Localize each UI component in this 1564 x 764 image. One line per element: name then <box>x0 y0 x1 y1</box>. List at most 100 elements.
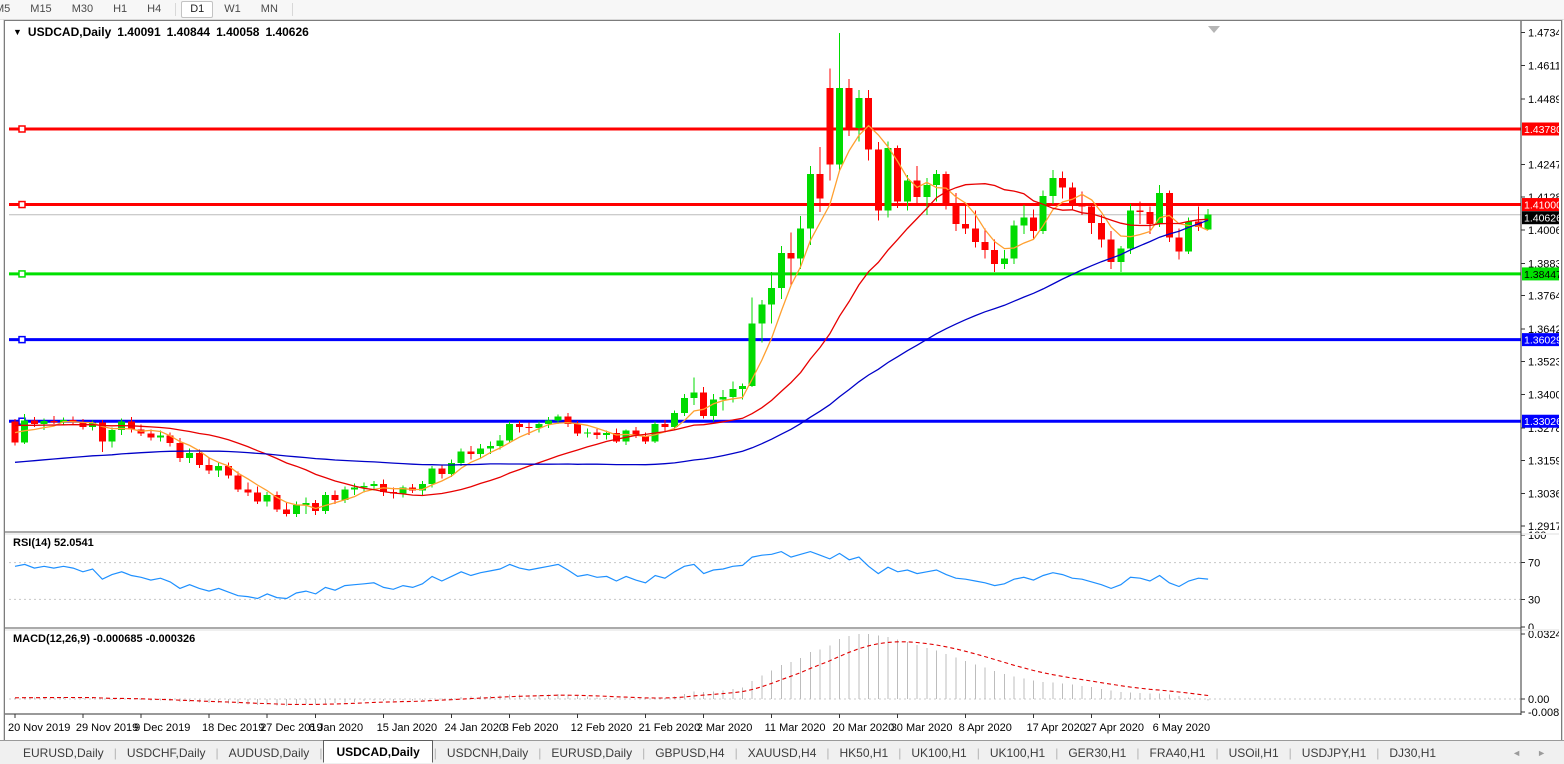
macd-axis-label: 0.00 <box>1528 694 1549 706</box>
candle-body <box>1059 177 1067 188</box>
chart-tab-usdjpy-h1[interactable]: USDJPY,H1 <box>1293 743 1375 763</box>
candle-body <box>671 413 679 427</box>
chart-low-value: 1.40058 <box>216 25 260 39</box>
price-axis-label: 1.40060 <box>1528 225 1559 237</box>
chart-dropdown-icon[interactable]: ▼ <box>13 27 22 37</box>
chart-tab-uk100-h1[interactable]: UK100,H1 <box>981 743 1054 763</box>
rsi-axis-label: 30 <box>1528 594 1540 606</box>
chart-tab-usoil-h1[interactable]: USOil,H1 <box>1220 743 1288 763</box>
line-anchor-handle[interactable] <box>18 125 26 133</box>
time-axis-label: 9 Dec 2019 <box>134 722 190 734</box>
rsi-axis-label: 70 <box>1528 558 1540 570</box>
chart-tab-audusd-daily[interactable]: AUDUSD,Daily <box>220 743 319 763</box>
level-price-badge-text: 1.36029 <box>1524 335 1559 347</box>
candle-body <box>525 426 533 429</box>
chart-tab-eurusd-daily[interactable]: EURUSD,Daily <box>542 743 641 763</box>
candle-body <box>826 88 834 165</box>
line-anchor-handle[interactable] <box>18 200 26 209</box>
timeframe-button-mn[interactable]: MN <box>252 1 287 18</box>
candle-wick <box>1139 201 1141 225</box>
chart-title: ▼ USDCAD,Daily 1.40091 1.40844 1.40058 1… <box>13 25 309 39</box>
timeframe-toolbar: M5M15M30H1H4 D1W1MN <box>0 0 1564 20</box>
candle-body <box>1204 214 1212 230</box>
candle-body <box>30 420 38 425</box>
chart-canvas[interactable]: 100703000.0324930.00-0.0080861.473401.46… <box>5 21 1559 738</box>
chart-tab-dj30-h1[interactable]: DJ30,H1 <box>1380 743 1445 763</box>
line-anchor-handle[interactable] <box>18 270 26 278</box>
level-price-badge-text: 1.41000 <box>1524 200 1559 212</box>
candle-body <box>787 252 795 259</box>
candle-body <box>622 430 630 442</box>
timeframe-button-d1[interactable]: D1 <box>181 1 214 18</box>
tab-scroll-right-icon[interactable]: ► <box>1537 748 1546 758</box>
timeframe-button-m15[interactable]: M15 <box>21 1 60 18</box>
price-axis-label: 1.44890 <box>1528 94 1559 106</box>
candle-body <box>263 494 271 502</box>
moving-average-slow <box>14 219 1209 466</box>
candle-body <box>942 174 950 204</box>
chart-tab-xauusd-h4[interactable]: XAUUSD,H4 <box>739 743 826 763</box>
rsi-name: RSI(14) <box>13 537 51 549</box>
tab-scroll-arrows: ◄ ► <box>1512 748 1546 758</box>
candle-body <box>962 224 970 229</box>
chart-tab-fra40-h1[interactable]: FRA40,H1 <box>1140 743 1214 763</box>
timeframe-button-m30[interactable]: M30 <box>63 1 102 18</box>
timeframe-button-w1[interactable]: W1 <box>215 1 250 18</box>
candle-body <box>1030 217 1037 232</box>
tab-scroll-left-icon[interactable]: ◄ <box>1512 748 1521 758</box>
toolbar-divider <box>175 3 177 16</box>
chart-tab-eurusd-daily[interactable]: EURUSD,Daily <box>14 743 113 763</box>
candle-body <box>321 494 329 512</box>
pane-separator-band <box>5 533 1559 535</box>
chart-tab-gbpusd-h4[interactable]: GBPUSD,H4 <box>646 743 733 763</box>
candle-body <box>768 288 776 305</box>
candle-body <box>709 399 717 416</box>
line-anchor-handle[interactable] <box>18 335 26 344</box>
candle-body <box>777 252 785 289</box>
rsi-value: 52.0541 <box>53 537 94 549</box>
candle-body <box>748 323 756 387</box>
macd-name: MACD(12,26,9) <box>13 633 91 645</box>
candle-wick <box>43 418 45 431</box>
chart-window: 100703000.0324930.00-0.0080861.473401.46… <box>3 19 1563 742</box>
time-axis-label: 20 Mar 2020 <box>833 722 895 734</box>
level-price-badge-text: 1.43780 <box>1524 124 1559 136</box>
chart-tab-uk100-h1[interactable]: UK100,H1 <box>902 743 975 763</box>
candle-body <box>855 98 863 128</box>
chart-tabbar: EURUSD,Daily | USDCHF,Daily | AUDUSD,Daily | U… <box>0 740 1564 764</box>
candle-body <box>186 452 194 458</box>
candle-body <box>147 433 155 438</box>
chart-tab-hk50-h1[interactable]: HK50,H1 <box>831 743 898 763</box>
chart-tab-usdcad-daily[interactable]: USDCAD,Daily <box>323 740 433 763</box>
timeframe-button-m5[interactable]: M5 <box>0 1 19 18</box>
candle-body <box>477 448 485 454</box>
time-axis-label: 30 Mar 2020 <box>891 722 953 734</box>
chart-open-value: 1.40091 <box>117 25 161 39</box>
candle-body <box>1010 225 1018 259</box>
time-axis-label: 3 Feb 2020 <box>503 722 559 734</box>
time-axis-label: 29 Nov 2019 <box>76 722 138 734</box>
price-pane <box>9 32 1521 518</box>
chart-tab-usdcnh-daily[interactable]: USDCNH,Daily <box>438 743 537 763</box>
time-axis-label: 17 Apr 2020 <box>1027 722 1086 734</box>
chart-high-value: 1.40844 <box>166 25 211 39</box>
timeframe-button-h1[interactable]: H1 <box>104 1 136 18</box>
chart-tab-ger30-h1[interactable]: GER30,H1 <box>1059 743 1135 763</box>
time-axis-label: 11 Mar 2020 <box>765 722 826 734</box>
price-axis-label: 1.34005 <box>1528 390 1559 402</box>
autoscroll-shift-marker-icon[interactable] <box>1208 26 1220 33</box>
candle-body <box>1068 187 1076 204</box>
candle-wick <box>247 482 249 496</box>
level-price-badge-text: 1.33026 <box>1524 416 1559 428</box>
candle-body <box>913 180 921 197</box>
chart-tab-usdchf-daily[interactable]: USDCHF,Daily <box>118 743 215 763</box>
candle-body <box>894 148 902 202</box>
candle-wick <box>790 232 792 286</box>
candle-body <box>370 483 378 487</box>
rsi-indicator-label: RSI(14) 52.0541 <box>13 537 94 549</box>
candle-body <box>234 475 242 490</box>
candle-body <box>254 492 261 502</box>
timeframe-button-h4[interactable]: H4 <box>138 1 170 18</box>
candle-body <box>486 445 494 449</box>
candle-body <box>680 398 688 414</box>
